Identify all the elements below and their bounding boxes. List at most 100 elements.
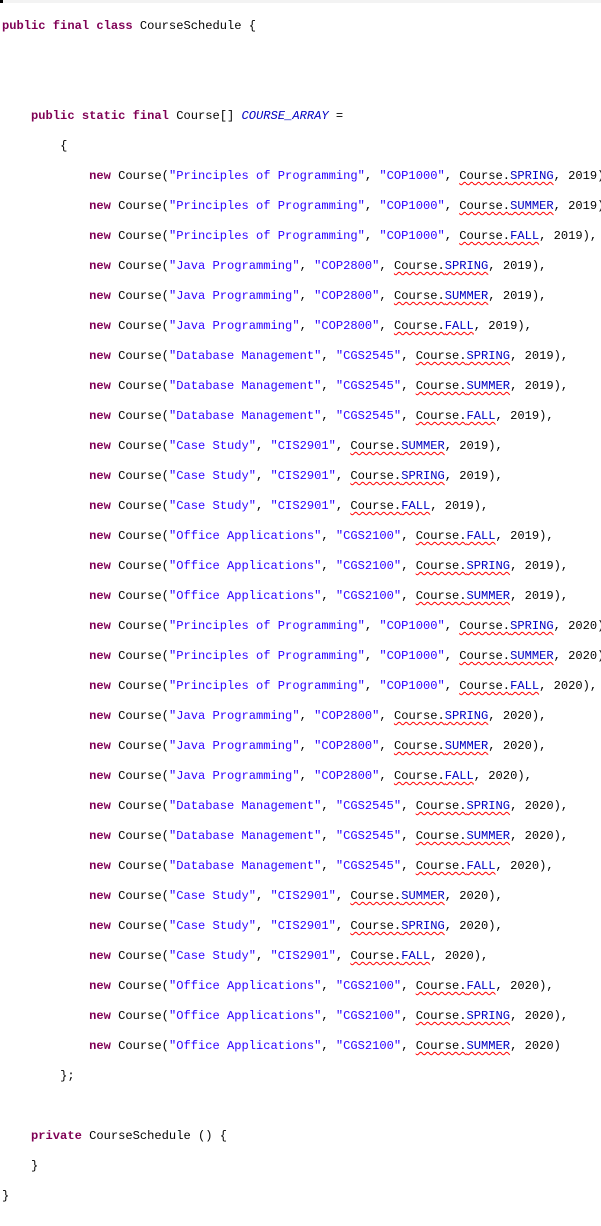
- course-code: "COP2800": [314, 289, 380, 303]
- course-year: 2020: [502, 709, 532, 723]
- enum-prefix: Course.: [459, 619, 511, 633]
- enum-prefix: Course.: [459, 229, 511, 243]
- course-term: SUMMER: [401, 889, 445, 903]
- course-code: "COP1000": [379, 679, 445, 693]
- course-title: "Case Study": [168, 439, 257, 453]
- new-keyword: new: [89, 409, 111, 423]
- constructor-call: Course(: [110, 649, 169, 663]
- course-entry-line: new Course("Principles of Programming", …: [89, 229, 598, 243]
- constructor-call: Course(: [110, 949, 169, 963]
- course-term: SUMMER: [444, 289, 489, 303]
- enum-prefix: Course.: [393, 289, 445, 303]
- course-term-reference: Course.SPRING: [416, 349, 510, 363]
- course-term-reference: Course.SPRING: [350, 469, 444, 483]
- course-entry-line: new Course("Database Management", "CGS25…: [89, 379, 569, 393]
- constructor-call: Course(: [110, 1009, 169, 1023]
- course-entry-line: new Course("Database Management", "CGS25…: [89, 799, 569, 813]
- line-tail: ),: [539, 979, 554, 993]
- course-entry-line: new Course("Case Study", "CIS2901", Cour…: [89, 469, 503, 483]
- line-tail: ),: [517, 769, 532, 783]
- course-code: "COP1000": [379, 199, 445, 213]
- line-tail: ),: [531, 259, 547, 273]
- course-year: 2019: [524, 379, 554, 393]
- course-term-reference: Course.SUMMER: [394, 289, 488, 303]
- course-year: 2019: [444, 499, 474, 513]
- enum-prefix: Course.: [350, 889, 402, 903]
- course-year: 2019: [488, 319, 518, 333]
- constructor-call: Course(: [110, 709, 169, 723]
- new-keyword: new: [89, 439, 111, 453]
- course-entry-line: new Course("Java Programming", "COP2800"…: [89, 259, 547, 273]
- line-tail: ),: [488, 469, 503, 483]
- field-type: Course[]: [168, 109, 242, 123]
- code-area[interactable]: public final class CourseSchedule { publ…: [2, 4, 601, 1226]
- course-code: "COP2800": [314, 319, 380, 333]
- constructor-call: Course(: [110, 349, 169, 363]
- line-tail: ),: [553, 349, 569, 363]
- course-title: "Office Applications": [168, 559, 322, 573]
- course-entry-line: new Course("Principles of Programming", …: [2, 199, 601, 214]
- line-tail: ),: [553, 799, 569, 813]
- constructor-close-line: }: [2, 1159, 601, 1174]
- course-entry-line: new Course("Office Applications", "CGS21…: [89, 979, 554, 993]
- constructor-call: Course(: [110, 199, 169, 213]
- new-keyword: new: [89, 769, 111, 783]
- course-term: SPRING: [444, 709, 489, 723]
- course-term: SUMMER: [466, 589, 511, 603]
- course-term-reference: Course.SPRING: [394, 259, 488, 273]
- course-entry-line: new Course("Office Applications", "CGS21…: [89, 1009, 569, 1023]
- line-tail: ),: [553, 589, 569, 603]
- course-term: SPRING: [444, 259, 489, 273]
- course-term-reference: Course.FALL: [416, 529, 496, 543]
- course-title: "Database Management": [168, 349, 322, 363]
- enum-prefix: Course.: [415, 829, 467, 843]
- course-entry-line: new Course("Case Study", "CIS2901", Cour…: [89, 919, 503, 933]
- course-entry-line: new Course("Java Programming", "COP2800"…: [89, 319, 532, 333]
- constructor-call: Course(: [110, 319, 169, 333]
- course-term: SUMMER: [466, 379, 511, 393]
- enum-prefix: Course.: [415, 979, 467, 993]
- field-assign: =: [328, 109, 344, 123]
- course-title: "Java Programming": [168, 289, 300, 303]
- enum-prefix: Course.: [459, 649, 511, 663]
- course-term: SUMMER: [510, 199, 554, 213]
- course-term-reference: Course.FALL: [394, 769, 474, 783]
- course-year: 2019: [553, 229, 583, 243]
- course-code: "CGS2100": [335, 529, 402, 543]
- constructor-call: Course(: [110, 499, 169, 513]
- line-tail: ),: [597, 169, 601, 183]
- course-title: "Principles of Programming": [168, 649, 365, 663]
- constructor-call: Course(: [110, 229, 169, 243]
- course-code: "COP2800": [314, 769, 380, 783]
- course-year: 2020: [488, 769, 518, 783]
- course-title: "Database Management": [168, 829, 322, 843]
- new-keyword: new: [89, 1009, 111, 1023]
- course-term: SPRING: [401, 469, 445, 483]
- enum-prefix: Course.: [393, 319, 445, 333]
- line-tail: ),: [553, 559, 569, 573]
- constructor-call: Course(: [110, 259, 169, 273]
- enum-prefix: Course.: [415, 529, 467, 543]
- new-keyword: new: [89, 589, 111, 603]
- course-entry-line: new Course("Principles of Programming", …: [2, 619, 601, 634]
- course-code: "CGS2100": [335, 1009, 402, 1023]
- course-year: 2020: [524, 1039, 554, 1053]
- course-year: 2020: [459, 889, 489, 903]
- enum-prefix: Course.: [459, 679, 511, 693]
- new-keyword: new: [89, 829, 111, 843]
- line-tail: ),: [582, 679, 598, 693]
- course-term-reference: Course.SUMMER: [416, 1039, 510, 1053]
- new-keyword: new: [89, 499, 111, 513]
- course-title: "Java Programming": [168, 769, 300, 783]
- enum-prefix: Course.: [350, 499, 402, 513]
- course-entry-line: new Course("Principles of Programming", …: [89, 679, 598, 693]
- course-title: "Database Management": [168, 409, 322, 423]
- course-code: "COP2800": [314, 739, 380, 753]
- code-editor[interactable]: public final class CourseSchedule { publ…: [0, 0, 601, 1203]
- new-keyword: new: [89, 649, 111, 663]
- constructor-call: Course(: [110, 859, 169, 873]
- constructor-call: Course(: [110, 829, 169, 843]
- course-term: SUMMER: [510, 649, 554, 663]
- course-term-reference: Course.FALL: [416, 859, 496, 873]
